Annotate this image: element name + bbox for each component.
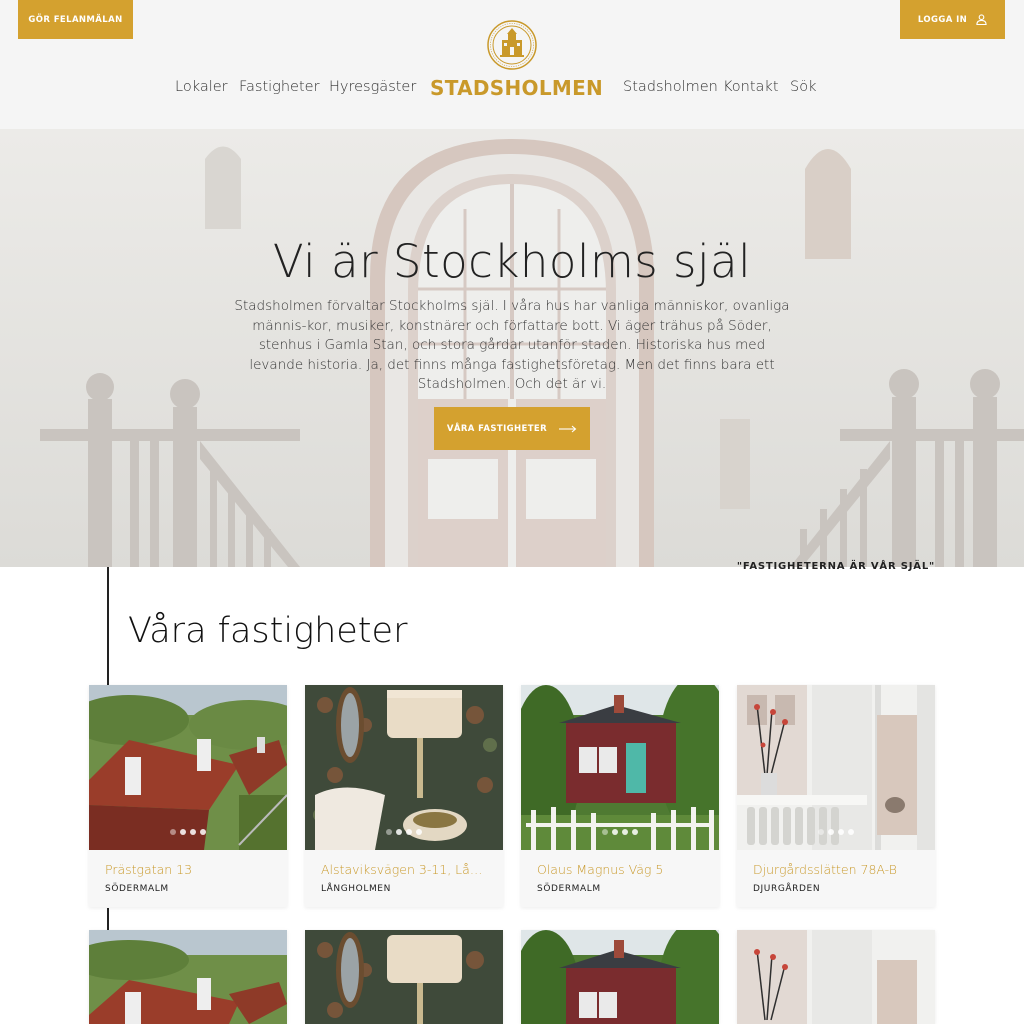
site-header: GÖR FELANMÄLAN LOGGA IN Lokaler Fastighe… (0, 0, 1024, 129)
property-photo[interactable] (89, 685, 287, 850)
nav-item-fastigheter[interactable]: Fastigheter (239, 79, 320, 95)
property-card[interactable] (737, 930, 935, 1024)
property-area: SÖDERMALM (105, 884, 169, 894)
property-card[interactable] (521, 930, 719, 1024)
property-photo[interactable] (305, 930, 503, 1024)
our-properties-button[interactable]: VÅRA FASTIGHETER (434, 407, 590, 450)
carousel-dots[interactable] (89, 829, 287, 835)
user-icon (976, 14, 987, 25)
property-photo[interactable] (521, 685, 719, 850)
logo-wordmark[interactable]: STADSHOLMEN (430, 76, 603, 100)
section-accent-line (107, 908, 109, 930)
property-name: Olaus Magnus Väg 5 (537, 862, 664, 877)
logo-emblem-icon[interactable] (487, 20, 537, 70)
property-area: DJURGÅRDEN (753, 884, 821, 894)
property-photo[interactable] (737, 930, 935, 1024)
nav-item-lokaler[interactable]: Lokaler (175, 79, 228, 95)
property-area: SÖDERMALM (537, 884, 601, 894)
property-photo[interactable] (305, 685, 503, 850)
property-card[interactable]: Prästgatan 13 SÖDERMALM (89, 685, 287, 907)
login-button[interactable]: LOGGA IN (900, 0, 1005, 39)
property-name: Prästgatan 13 (105, 862, 193, 877)
report-issue-button[interactable]: GÖR FELANMÄLAN (18, 0, 133, 39)
carousel-dots[interactable] (521, 829, 719, 835)
property-card[interactable] (305, 930, 503, 1024)
nav-item-stadsholmen[interactable]: Stadsholmen (623, 79, 718, 95)
carousel-dots[interactable] (305, 829, 503, 835)
hero-description: Stadsholmen förvaltar Stockholms själ. I… (234, 298, 790, 392)
nav-item-kontakt[interactable]: Kontakt (723, 79, 779, 95)
section-title: Våra fastigheter (128, 611, 408, 651)
property-card[interactable]: Alstaviksvägen 3-11, Lång... LÅNGHOLMEN (305, 685, 503, 907)
property-card[interactable] (89, 930, 287, 1024)
property-card[interactable]: Djurgårdsslätten 78A-B DJURGÅRDEN (737, 685, 935, 907)
hero-banner: Vi är Stockholms själ Stadsholmen förval… (0, 129, 1024, 567)
section-accent-line (107, 567, 109, 685)
carousel-dots[interactable] (737, 829, 935, 835)
login-label: LOGGA IN (917, 14, 968, 25)
property-photo[interactable] (521, 930, 719, 1024)
hero-quote: "FASTIGHETERNA ÄR VÅR SJÄL" (736, 561, 935, 572)
property-photo[interactable] (737, 685, 935, 850)
nav-item-sok[interactable]: Sök (790, 79, 816, 95)
cta-label: VÅRA FASTIGHETER (446, 423, 548, 434)
property-card[interactable]: Olaus Magnus Väg 5 SÖDERMALM (521, 685, 719, 907)
nav-item-hyresgaster[interactable]: Hyresgäster (329, 79, 416, 95)
hero-title: Vi är Stockholms själ (272, 235, 752, 288)
property-name: Djurgårdsslätten 78A-B (753, 862, 897, 877)
property-name: Alstaviksvägen 3-11, Lång... (321, 862, 487, 877)
arrow-right-icon (559, 425, 577, 432)
property-photo[interactable] (89, 930, 287, 1024)
property-area: LÅNGHOLMEN (321, 884, 391, 894)
